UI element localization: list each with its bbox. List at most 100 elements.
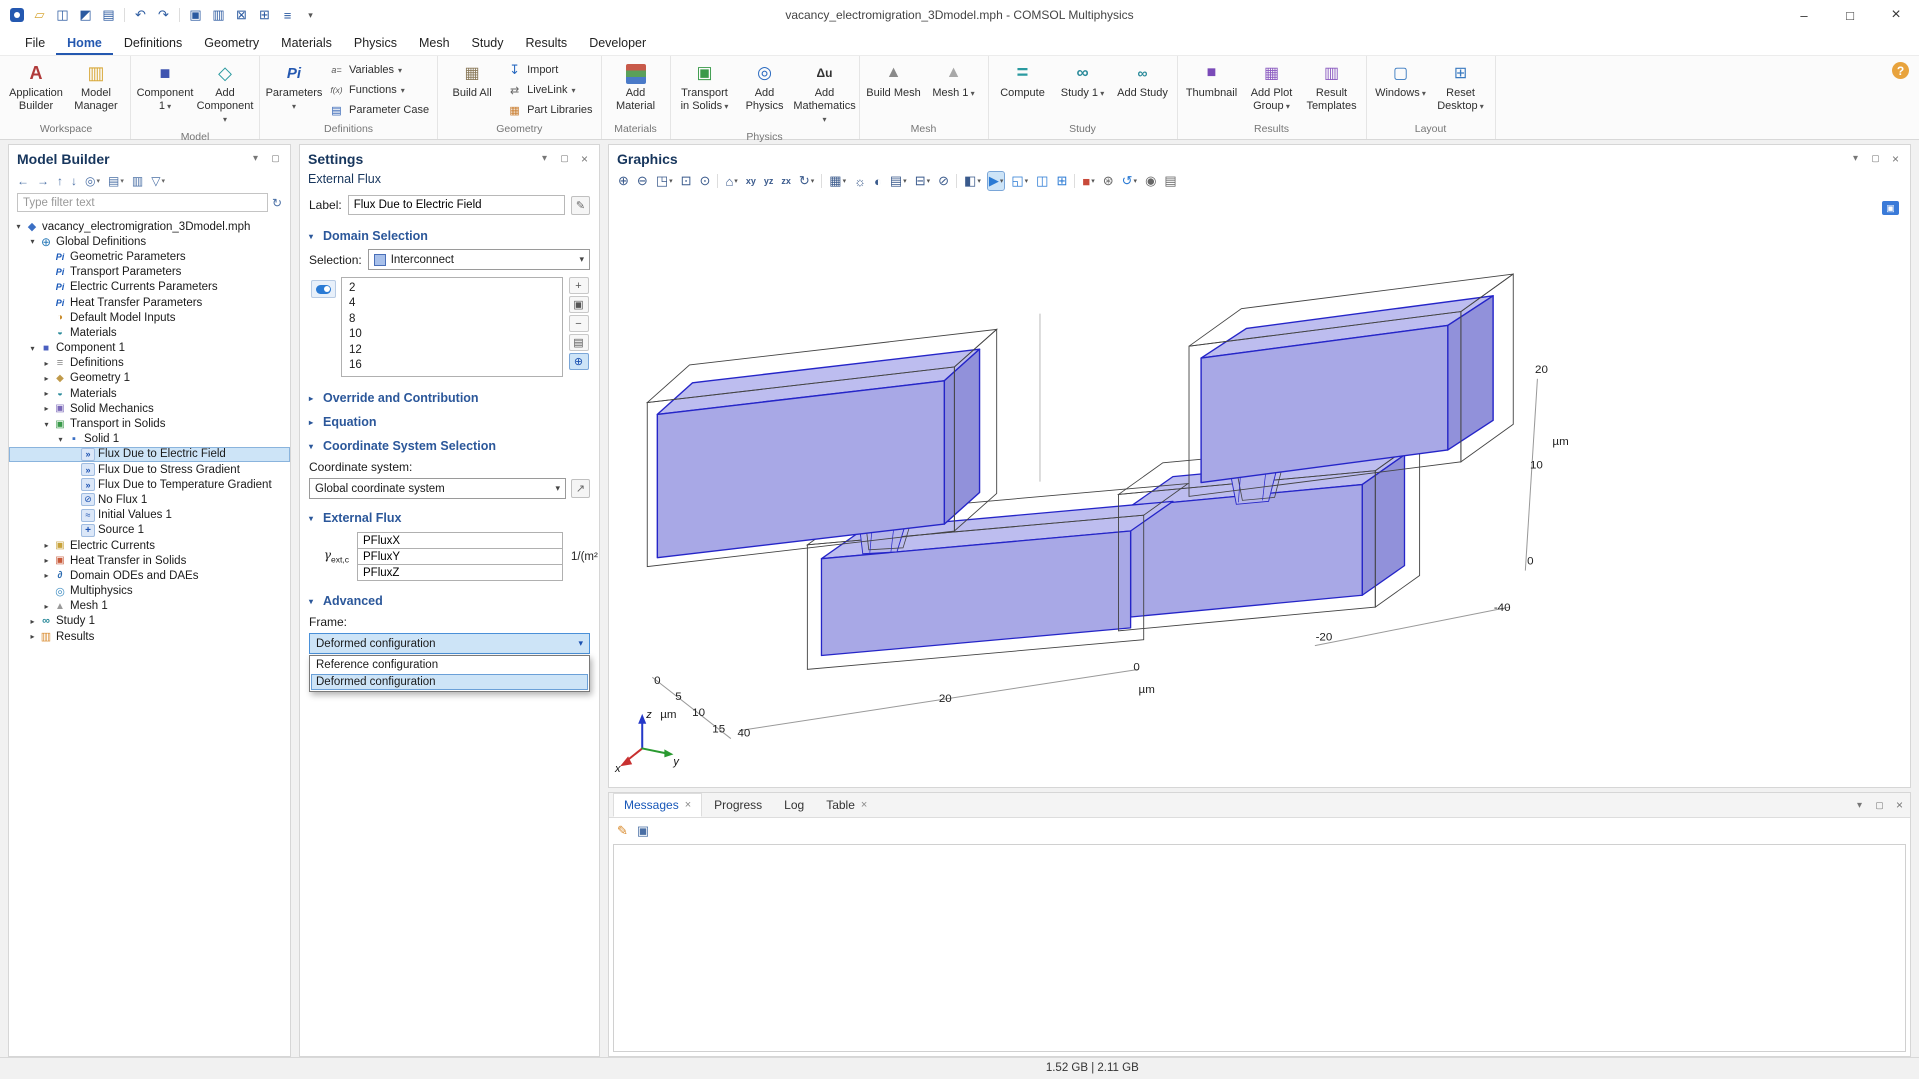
panel-menu-icon[interactable] (1853, 800, 1866, 811)
tree-item-geometric-parameters[interactable]: Geometric Parameters (9, 249, 290, 264)
ribbon-button-add-mathematics[interactable]: Add Mathematics (796, 59, 854, 128)
domain-list-item[interactable]: 12 (342, 342, 562, 358)
view-zx-button[interactable]: zx (780, 172, 792, 190)
label-input[interactable] (348, 195, 565, 215)
table-settings-button[interactable] (277, 5, 298, 26)
tree-refresh-icon[interactable]: ↻ (272, 196, 282, 210)
menu-study[interactable]: Study (461, 32, 515, 55)
ribbon-button-result-templates[interactable]: Result Templates (1303, 59, 1361, 115)
section-coordinate-system-selection[interactable]: Coordinate System Selection (309, 434, 590, 458)
ribbon-button-add-plot-group[interactable]: Add Plot Group (1243, 59, 1301, 115)
move-down-button[interactable]: ↓ (71, 174, 77, 188)
domain-list-item[interactable]: 8 (342, 311, 562, 327)
tree-item-geometry-1[interactable]: Geometry 1 (9, 371, 290, 386)
save-button[interactable] (52, 5, 73, 26)
split-horizontal-button[interactable]: ◫ (1035, 172, 1049, 190)
ribbon-button-add-component[interactable]: Add Component (196, 59, 254, 128)
ribbon-button-study-1[interactable]: Study 1 (1054, 59, 1112, 102)
ribbon-button-component-1[interactable]: Component 1 (136, 59, 194, 115)
menu-physics[interactable]: Physics (343, 32, 408, 55)
ribbon-button-reset-desktop[interactable]: Reset Desktop (1432, 59, 1490, 115)
tree-item-materials-component[interactable]: Materials (9, 386, 290, 401)
ribbon-button-model-manager[interactable]: Model Manager (67, 59, 125, 115)
tab-progress[interactable]: Progress (704, 793, 772, 817)
ribbon-button-build-all[interactable]: Build All (443, 59, 501, 102)
go-to-default-view-button[interactable]: ⌂ (724, 172, 738, 190)
float-window-icon[interactable] (269, 153, 282, 164)
image-export-icon[interactable]: ▣ (1882, 201, 1899, 215)
show-hide-button[interactable]: ◎ (85, 174, 100, 188)
domain-selection-list[interactable]: 2 4 8 10 12 16 (341, 277, 563, 377)
frame-dropdown[interactable]: Deformed configuration (309, 633, 590, 654)
render-options-button[interactable]: ▶ (988, 172, 1005, 190)
external-flux-y-input[interactable] (357, 548, 563, 565)
maximize-button[interactable] (1827, 0, 1873, 30)
tree-item-model-root[interactable]: vacancy_electromigration_3Dmodel.mph (9, 219, 290, 234)
help-icon[interactable]: ? (1892, 62, 1909, 79)
section-equation[interactable]: Equation (309, 410, 590, 434)
domain-list-item[interactable]: 4 (342, 296, 562, 312)
minimize-button[interactable] (1781, 0, 1827, 30)
tree-item-results[interactable]: Results (9, 629, 290, 644)
zoom-extents-button[interactable]: ⊡ (680, 172, 693, 190)
menu-mesh[interactable]: Mesh (408, 32, 461, 55)
tree-item-mesh-1[interactable]: Mesh 1 (9, 599, 290, 614)
expander-icon[interactable] (13, 222, 24, 231)
tree-item-domain-odes-and-daes[interactable]: Domain ODEs and DAEs (9, 568, 290, 583)
hide-objects-button[interactable]: ⊘ (937, 172, 950, 190)
tree-item-flux-due-to-stress-gradient[interactable]: Flux Due to Stress Gradient (9, 462, 290, 477)
filter-button[interactable]: ▽ (151, 174, 165, 188)
menu-home[interactable]: Home (56, 32, 113, 55)
selection-colors-button[interactable]: ■ (1081, 172, 1095, 190)
close-tab-icon[interactable]: × (861, 799, 867, 811)
paste-button[interactable] (208, 5, 229, 26)
domain-list-item[interactable]: 2 (342, 280, 562, 296)
ribbon-button-transport-in-solids[interactable]: Transport in Solids (676, 59, 734, 115)
move-up-button[interactable]: ↑ (57, 174, 63, 188)
tree-item-default-model-inputs[interactable]: Default Model Inputs (9, 310, 290, 325)
tree-item-transport-parameters[interactable]: Transport Parameters (9, 265, 290, 280)
tree-item-materials-global[interactable]: Materials (9, 325, 290, 340)
undo-button[interactable] (130, 5, 151, 26)
open-file-button[interactable] (29, 5, 50, 26)
tab-table[interactable]: Table × (816, 793, 877, 817)
rename-button[interactable]: ✎ (571, 196, 590, 215)
zoom-in-button[interactable]: ⊕ (617, 172, 630, 190)
close-button[interactable] (1873, 0, 1919, 30)
nav-back-button[interactable]: ← (17, 174, 29, 188)
float-window-icon[interactable] (1873, 800, 1886, 811)
close-panel-icon[interactable] (1893, 798, 1906, 812)
clipping-button[interactable]: ⊟ (914, 172, 931, 190)
table-grid-button[interactable] (254, 5, 275, 26)
tree-filter-input[interactable] (17, 193, 268, 212)
frame-option-reference-configuration[interactable]: Reference configuration (311, 657, 588, 674)
section-external-flux[interactable]: External Flux (309, 506, 590, 530)
scene-settings-button[interactable]: ▦ (828, 172, 847, 190)
split-vertical-button[interactable]: ⊞ (1055, 172, 1068, 190)
coordinate-system-dropdown[interactable]: Global coordinate system (309, 478, 566, 499)
redo-button[interactable] (153, 5, 174, 26)
section-domain-selection[interactable]: Domain Selection (309, 224, 590, 248)
zoom-to-selection-button[interactable]: ⊕ (569, 353, 589, 370)
ribbon-button-functions[interactable]: Functions (325, 82, 432, 98)
tree-item-flux-due-to-electric-field[interactable]: Flux Due to Electric Field (9, 447, 290, 462)
section-override-and-contribution[interactable]: Override and Contribution (309, 386, 590, 410)
ribbon-button-import[interactable]: Import (503, 62, 595, 78)
paste-selection-button[interactable]: ▤ (569, 334, 589, 351)
delete-button[interactable] (231, 5, 252, 26)
tree-item-study-1[interactable]: Study 1 (9, 614, 290, 629)
print-button[interactable] (98, 5, 119, 26)
tree-item-global-definitions[interactable]: Global Definitions (9, 234, 290, 249)
expander-icon[interactable] (55, 435, 66, 444)
ribbon-button-build-mesh[interactable]: Build Mesh (865, 59, 923, 102)
menu-file[interactable]: File (14, 32, 56, 55)
expander-icon[interactable] (41, 389, 52, 398)
ribbon-button-part-libraries[interactable]: Part Libraries (503, 102, 595, 118)
active-selection-toggle[interactable] (311, 280, 336, 298)
zoom-selected-button[interactable]: ⊙ (699, 172, 712, 190)
tree-item-heat-transfer-in-solids[interactable]: Heat Transfer in Solids (9, 553, 290, 568)
ribbon-button-add-physics[interactable]: Add Physics (736, 59, 794, 115)
domain-list-item[interactable]: 10 (342, 327, 562, 343)
menu-developer[interactable]: Developer (578, 32, 657, 55)
ribbon-button-application-builder[interactable]: Application Builder (7, 59, 65, 115)
